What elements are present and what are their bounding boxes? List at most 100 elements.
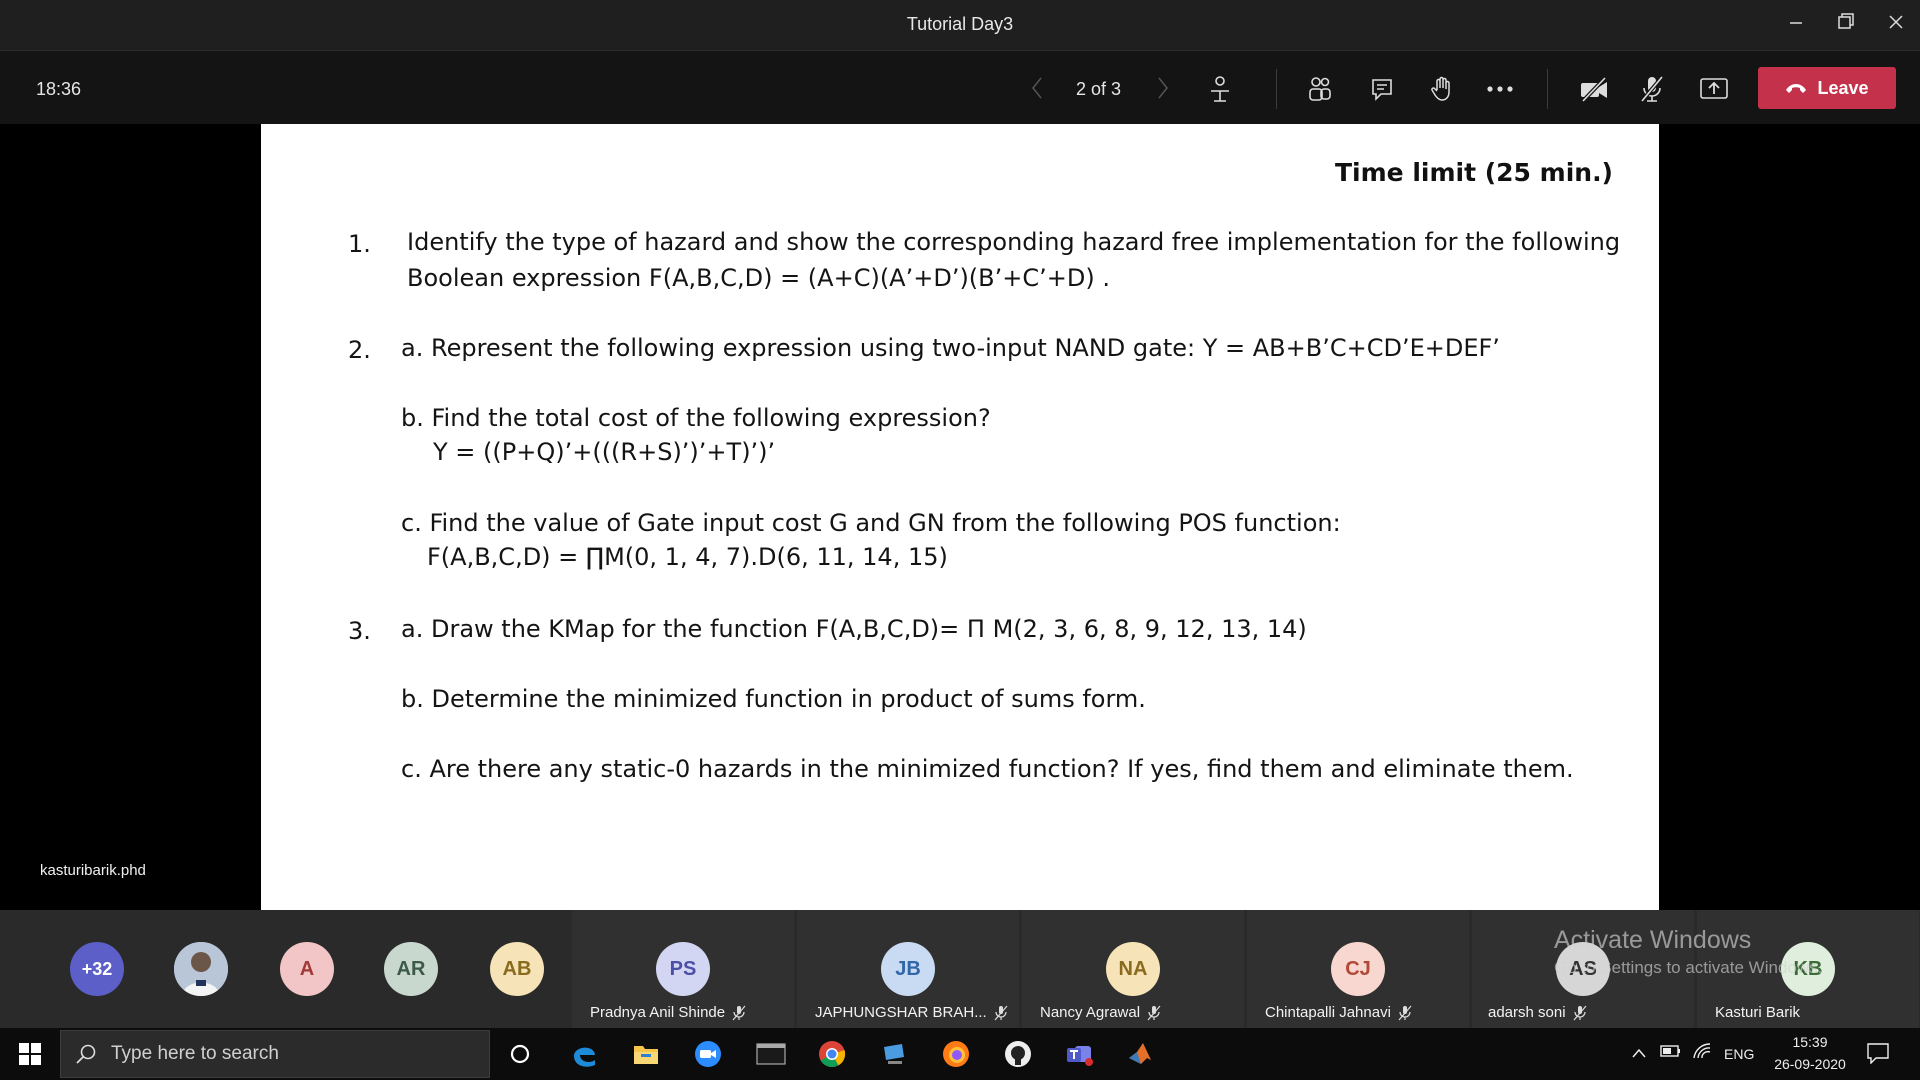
participant-name-row: Nancy Agrawal [1040, 1004, 1162, 1021]
participants-strip: +32 A AR AB PS Pradnya Anil Shinde JB JA… [0, 910, 1920, 1028]
participants-icon [1309, 77, 1331, 101]
taskbar-app-network[interactable] [878, 1038, 910, 1070]
taskbar-app-firefox[interactable] [940, 1038, 972, 1070]
matlab-icon [1129, 1043, 1155, 1064]
taskbar-app-zoom[interactable] [692, 1038, 724, 1070]
question-2c-line-1: c. Find the value of Gate input cost G a… [401, 509, 1341, 537]
microphone-toggle-button[interactable] [1636, 73, 1668, 105]
participant-tile[interactable]: CJ Chintapalli Jahnavi [1247, 910, 1469, 1028]
chat-icon [1372, 79, 1392, 101]
question-3a: a. Draw the KMap for the function F(A,B,… [401, 615, 1307, 643]
microphone-muted-icon [732, 1005, 746, 1021]
taskbar-app-file-explorer[interactable] [630, 1038, 662, 1070]
microphone-muted-icon [1398, 1005, 1412, 1021]
wifi-icon [1693, 1043, 1711, 1059]
chevron-right-icon [1158, 77, 1168, 99]
taskbar-app-matlab[interactable] [1126, 1038, 1158, 1070]
participant-tile[interactable]: PS Pradnya Anil Shinde [572, 910, 794, 1028]
wifi-indicator[interactable] [1692, 1042, 1712, 1063]
notification-icon [1867, 1043, 1889, 1065]
taskbar-app-edge[interactable] [568, 1038, 600, 1070]
raise-hand-button[interactable] [1426, 73, 1458, 105]
input-language[interactable]: ENG [1724, 1046, 1754, 1062]
question-2b-line-2: Y = ((P+Q)’+(((R+S)’)’+T)’)’ [433, 438, 776, 466]
camera-toggle-button[interactable] [1578, 73, 1610, 105]
taskbar-app-chrome[interactable] [816, 1038, 848, 1070]
next-slide-button[interactable] [1156, 75, 1170, 107]
microphone-off-icon [1640, 75, 1664, 103]
meeting-stage: Time limit (25 min.) 1. Identify the typ… [0, 124, 1920, 910]
chat-button[interactable] [1366, 73, 1398, 105]
question-1-line-2: Boolean expression F(A,B,C,D) = (A+C)(A’… [407, 264, 1110, 292]
restore-button[interactable] [1826, 8, 1866, 40]
search-placeholder: Type here to search [111, 1043, 279, 1064]
more-participants-button[interactable]: +32 [70, 942, 124, 996]
participant-name-row: Pradnya Anil Shinde [590, 1004, 747, 1021]
participant-name: JAPHUNGSHAR BRAH... [815, 1004, 987, 1021]
participant-name-row: JAPHUNGSHAR BRAH... [815, 1004, 1009, 1021]
more-icon [1487, 86, 1513, 92]
question-2c-line-2: F(A,B,C,D) = ∏M(0, 1, 4, 7).D(6, 11, 14,… [427, 543, 948, 571]
profile-photo-icon [174, 942, 228, 996]
participants-button[interactable] [1304, 73, 1336, 105]
slide-pager: 2 of 3 [1030, 75, 1170, 103]
question-2a: a. Represent the following expression us… [401, 334, 1500, 362]
question-number: 2. [348, 336, 371, 364]
show-hidden-icons-button[interactable] [1632, 1045, 1646, 1061]
avatar: JB [881, 942, 935, 996]
avatar[interactable]: AB [490, 942, 544, 996]
minimize-button[interactable] [1776, 8, 1816, 40]
action-center-button[interactable] [1866, 1042, 1890, 1067]
share-screen-button[interactable] [1698, 73, 1730, 105]
firefox-browser-icon [943, 1041, 969, 1067]
microphone-muted-icon [994, 1005, 1008, 1021]
previous-slide-button[interactable] [1030, 75, 1044, 107]
hang-up-icon [1786, 84, 1807, 93]
participant-name-row: Chintapalli Jahnavi [1265, 1004, 1413, 1021]
close-icon [1889, 15, 1903, 29]
taskbar-app-teams[interactable] [1064, 1038, 1096, 1070]
cortana-icon [510, 1044, 530, 1064]
taskbar-app-terminal[interactable] [754, 1038, 788, 1070]
meeting-toolbar: 18:36 2 of 3 Leave [0, 50, 1920, 124]
avatar[interactable] [174, 942, 228, 996]
participant-name: adarsh soni [1488, 1004, 1566, 1021]
participant-name: Chintapalli Jahnavi [1265, 1004, 1391, 1021]
toolbar-divider [1276, 69, 1277, 109]
participant-name: Nancy Agrawal [1040, 1004, 1141, 1021]
taskbar-time: 15:39 [1792, 1034, 1828, 1050]
share-screen-icon [1700, 78, 1728, 99]
participant-tile[interactable]: JB JAPHUNGSHAR BRAH... [797, 910, 1019, 1028]
leave-label: Leave [1817, 77, 1869, 98]
activate-windows-watermark: Activate Windows [1554, 926, 1752, 954]
presenter-name: kasturibarik.phd [40, 862, 146, 879]
presenter-icon [1211, 76, 1229, 102]
battery-indicator[interactable] [1660, 1044, 1682, 1061]
presenter-button[interactable] [1204, 73, 1236, 105]
activate-windows-hint: Go to Settings to activate Windows. [1554, 958, 1823, 977]
taskbar-app-github[interactable] [1002, 1038, 1034, 1070]
close-button[interactable] [1876, 8, 1916, 40]
avatar: NA [1106, 942, 1160, 996]
avatar: CJ [1331, 942, 1385, 996]
github-icon [1005, 1041, 1031, 1067]
search-icon [76, 1044, 96, 1064]
leave-button[interactable]: Leave [1758, 67, 1896, 109]
avatar: PS [656, 942, 710, 996]
window-title: Tutorial Day3 [906, 14, 1014, 34]
avatar[interactable]: AR [384, 942, 438, 996]
start-button[interactable] [14, 1038, 46, 1070]
taskbar-date: 26-09-2020 [1774, 1056, 1846, 1072]
toolbar-divider [1547, 69, 1548, 109]
more-actions-button[interactable] [1484, 73, 1516, 105]
title-bar: Tutorial Day3 [0, 0, 1920, 50]
task-view-button[interactable] [504, 1038, 536, 1070]
question-3b: b. Determine the minimized function in p… [401, 685, 1146, 713]
taskbar-search-box[interactable]: Type here to search [60, 1030, 490, 1078]
avatar[interactable]: A [280, 942, 334, 996]
participant-name: Kasturi Barik [1715, 1004, 1801, 1021]
video-camera-icon [695, 1041, 721, 1067]
clock-area[interactable]: 15:39 26-09-2020 [1768, 1034, 1852, 1072]
camera-off-icon [1581, 76, 1607, 103]
participant-tile[interactable]: NA Nancy Agrawal [1022, 910, 1244, 1028]
